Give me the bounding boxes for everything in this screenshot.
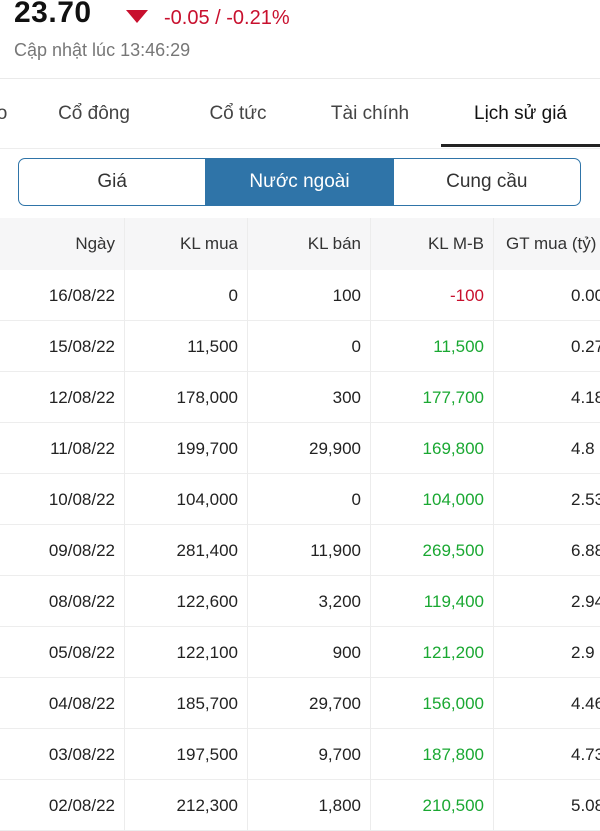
price-change: -0.05 / -0.21% (164, 7, 290, 29)
cell-buy-volume: 11,500 (187, 337, 238, 356)
cell-net-volume: 169,800 (422, 439, 484, 458)
tab-overview[interactable]: o (0, 79, 12, 149)
cell-date: 12/08/22 (48, 388, 115, 407)
cell-date: 09/08/22 (48, 541, 115, 560)
header-net-volume[interactable]: KL M-B (370, 218, 493, 270)
cell-sell-volume: 100 (332, 286, 361, 305)
table-row[interactable]: 15/08/22 11,500 0 11,500 0.27 (0, 321, 600, 372)
cell-sell-volume: 0 (351, 337, 361, 356)
cell-sell-volume: 3,200 (318, 592, 361, 611)
cell-net-volume: 177,700 (422, 388, 484, 407)
tab-bar: o Cổ đông Cổ tức Tài chính Lịch sử giá (0, 79, 600, 149)
cell-buy-value: 4.8 (571, 439, 595, 458)
segmented-control: Giá Nước ngoài Cung cầu (18, 158, 581, 206)
segment-foreign[interactable]: Nước ngoài (205, 159, 393, 205)
table-row[interactable]: 05/08/22 122,100 900 121,200 2.9 (0, 627, 600, 678)
cell-net-volume: 104,000 (422, 490, 484, 509)
cell-buy-volume: 178,000 (176, 388, 238, 407)
table-row[interactable]: 08/08/22 122,600 3,200 119,400 2.94 (0, 576, 600, 627)
cell-net-volume: -100 (449, 286, 484, 305)
header-buy-value[interactable]: GT mua (tỷ) (493, 218, 600, 270)
cell-buy-volume: 104,000 (176, 490, 238, 509)
table-row[interactable]: 04/08/22 185,700 29,700 156,000 4.46 (0, 678, 600, 729)
table-row[interactable]: 10/08/22 104,000 0 104,000 2.53 (0, 474, 600, 525)
cell-date: 16/08/22 (48, 286, 115, 305)
cell-date: 15/08/22 (48, 337, 115, 356)
cell-buy-volume: 212,300 (176, 796, 238, 815)
cell-buy-value: 0.27 (571, 337, 600, 356)
cell-date: 08/08/22 (48, 592, 115, 611)
column-divider (370, 218, 371, 831)
arrow-down-icon (126, 10, 148, 23)
cell-sell-volume: 29,700 (309, 694, 361, 713)
table-row[interactable]: 09/08/22 281,400 11,900 269,500 6.88 (0, 525, 600, 576)
cell-buy-volume: 122,600 (176, 592, 238, 611)
segment-price[interactable]: Giá (19, 159, 205, 205)
cell-date: 03/08/22 (48, 745, 115, 764)
cell-buy-value: 2.53 (571, 490, 600, 509)
table-row[interactable]: 02/08/22 212,300 1,800 210,500 5.08 (0, 780, 600, 831)
cell-date: 10/08/22 (48, 490, 115, 509)
cell-buy-value: 4.73 (571, 745, 600, 764)
cell-sell-volume: 900 (332, 643, 361, 662)
tabs-divider (0, 148, 600, 149)
table-row[interactable]: 12/08/22 178,000 300 177,700 4.18 (0, 372, 600, 423)
cell-buy-value: 5.08 (571, 796, 600, 815)
quote-header: 23.70 -0.05 / -0.21% Cập nhật lúc 13:46:… (0, 0, 600, 78)
cell-date: 04/08/22 (48, 694, 115, 713)
cell-buy-value: 2.9 (571, 643, 595, 662)
cell-net-volume: 121,200 (422, 643, 484, 662)
cell-net-volume: 11,500 (433, 337, 484, 356)
table-row[interactable]: 11/08/22 199,700 29,900 169,800 4.8 (0, 423, 600, 474)
cell-buy-volume: 122,100 (176, 643, 238, 662)
stock-price: 23.70 (14, 0, 92, 29)
cell-net-volume: 156,000 (422, 694, 484, 713)
tab-price-history[interactable]: Lịch sử giá (441, 79, 600, 149)
cell-buy-volume: 199,700 (176, 439, 238, 458)
table-header: Ngày KL mua KL bán KL M-B GT mua (tỷ) (0, 218, 600, 270)
table-row[interactable]: 03/08/22 197,500 9,700 187,800 4.73 (0, 729, 600, 780)
column-divider (124, 218, 125, 831)
update-time: Cập nhật lúc 13:46:29 (14, 40, 191, 60)
header-buy-volume[interactable]: KL mua (124, 218, 247, 270)
cell-net-volume: 187,800 (422, 745, 484, 764)
header-sell-volume[interactable]: KL bán (247, 218, 370, 270)
cell-buy-value: 6.88 (571, 541, 600, 560)
cell-net-volume: 210,500 (422, 796, 484, 815)
tab-shareholders[interactable]: Cổ đông (40, 79, 148, 149)
active-tab-indicator (441, 144, 600, 147)
cell-sell-volume: 29,900 (309, 439, 361, 458)
column-divider (493, 218, 494, 831)
cell-buy-value: 0.00 (571, 286, 600, 305)
cell-buy-value: 2.94 (571, 592, 600, 611)
tab-dividends[interactable]: Cổ tức (188, 79, 288, 149)
cell-sell-volume: 300 (332, 388, 361, 407)
cell-sell-volume: 9,700 (318, 745, 361, 764)
column-divider (247, 218, 248, 831)
cell-date: 05/08/22 (48, 643, 115, 662)
cell-date: 02/08/22 (48, 796, 115, 815)
cell-net-volume: 269,500 (422, 541, 484, 560)
cell-sell-volume: 1,800 (318, 796, 361, 815)
segment-supply-demand[interactable]: Cung cầu (392, 159, 580, 205)
cell-buy-volume: 0 (228, 286, 238, 305)
table-row[interactable]: 16/08/22 0 100 -100 0.00 (0, 270, 600, 321)
tab-financials[interactable]: Tài chính (315, 79, 425, 149)
cell-sell-volume: 0 (351, 490, 361, 509)
cell-buy-volume: 185,700 (176, 694, 238, 713)
header-date[interactable]: Ngày (0, 218, 124, 270)
cell-sell-volume: 11,900 (310, 541, 361, 560)
cell-net-volume: 119,400 (423, 592, 484, 611)
cell-buy-value: 4.46 (571, 694, 600, 713)
cell-buy-value: 4.18 (571, 388, 600, 407)
cell-buy-volume: 281,400 (176, 541, 238, 560)
cell-buy-volume: 197,500 (176, 745, 238, 764)
cell-date: 11/08/22 (50, 439, 115, 458)
